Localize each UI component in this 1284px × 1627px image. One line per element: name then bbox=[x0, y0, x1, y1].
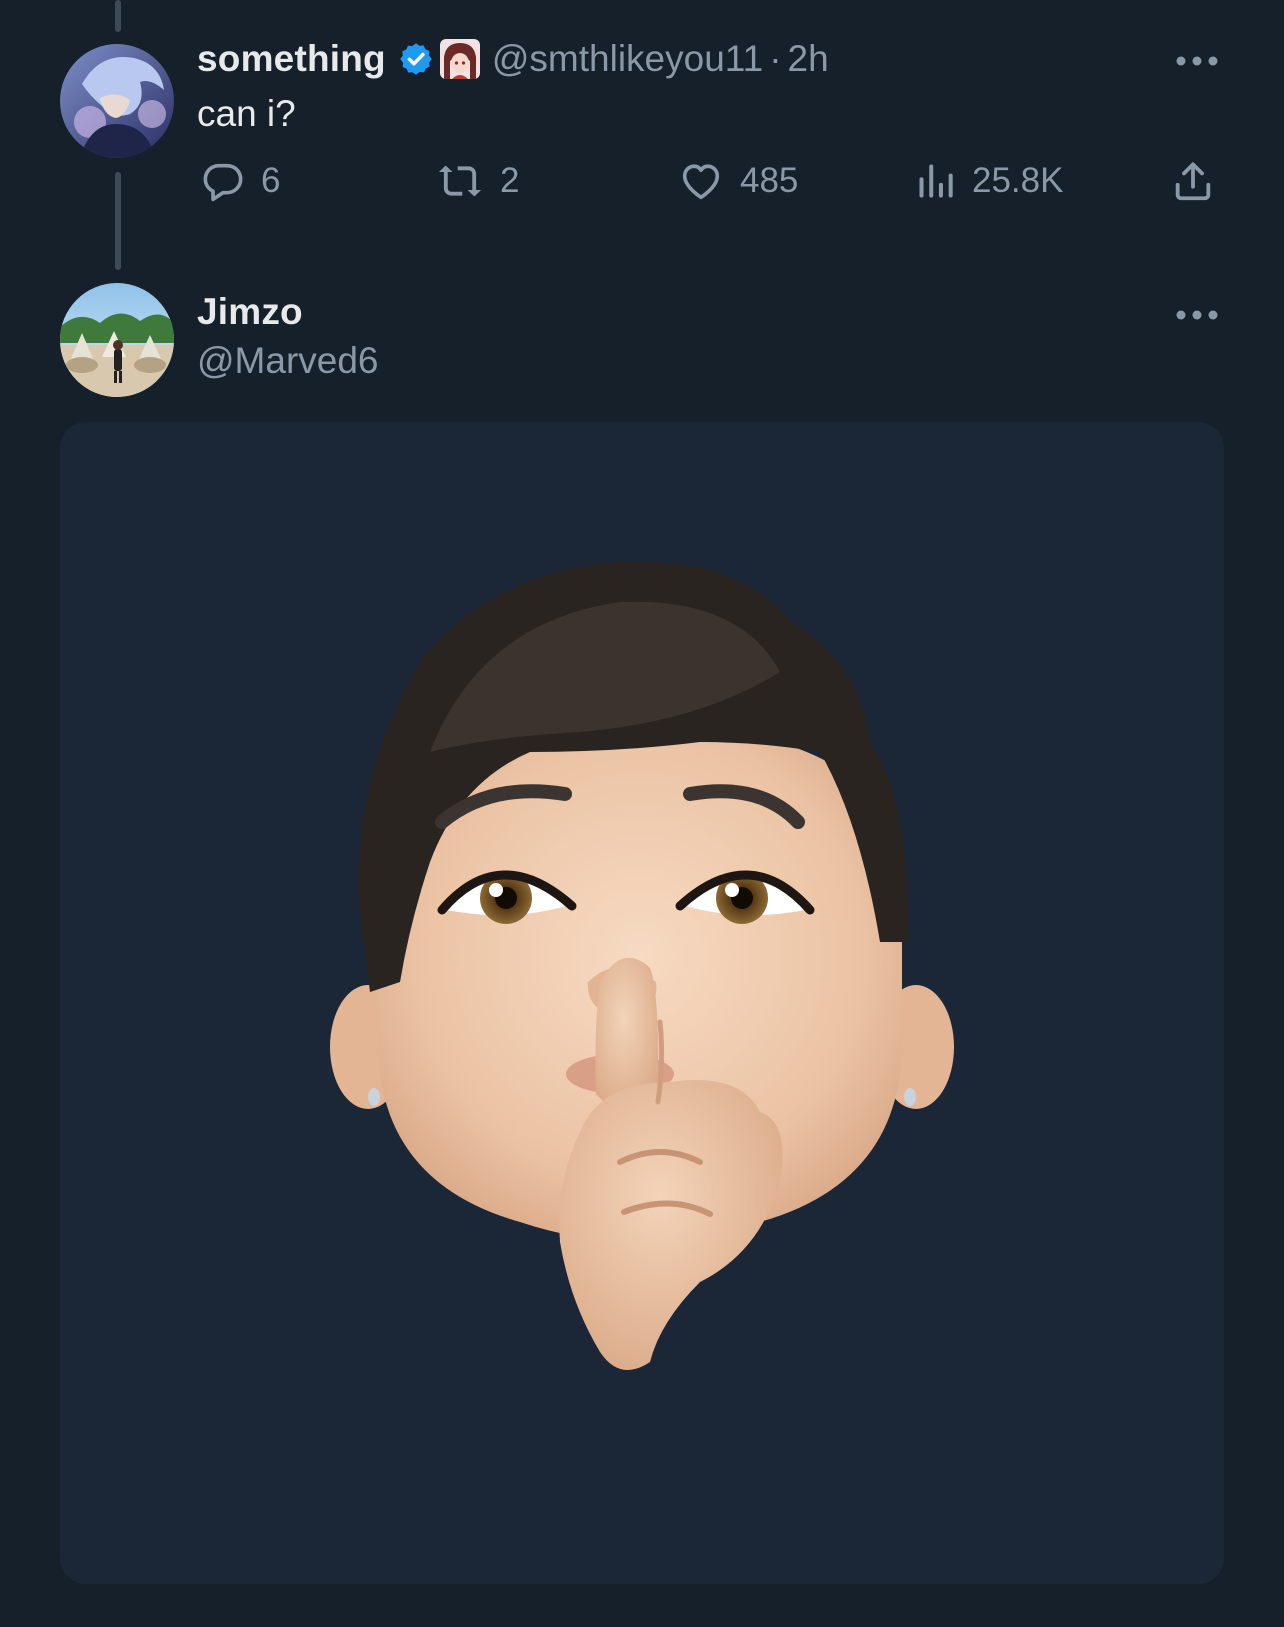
parent-more-icon[interactable] bbox=[1175, 53, 1219, 69]
reply-count: 6 bbox=[261, 161, 281, 200]
parent-avatar[interactable] bbox=[60, 44, 174, 158]
reply-action[interactable]: 6 bbox=[199, 158, 280, 204]
parent-tweet-text: can i? bbox=[197, 93, 296, 134]
parent-display-name[interactable]: something bbox=[197, 38, 386, 80]
retweet-action[interactable]: 2 bbox=[434, 158, 519, 204]
retweet-count: 2 bbox=[500, 161, 520, 200]
view-count: 25.8K bbox=[972, 161, 1064, 200]
share-action[interactable] bbox=[1170, 158, 1216, 204]
thread-line-top bbox=[115, 0, 121, 32]
heart-icon bbox=[682, 164, 720, 200]
reply-media-image[interactable] bbox=[60, 422, 1224, 1584]
reply-avatar[interactable] bbox=[60, 283, 174, 397]
parent-timestamp[interactable]: 2h bbox=[788, 38, 829, 80]
views-action[interactable]: 25.8K bbox=[914, 158, 1063, 204]
share-icon bbox=[1175, 162, 1211, 201]
reply-handle[interactable]: @Marved6 bbox=[197, 340, 379, 382]
thread-line-connector bbox=[115, 172, 121, 270]
time-separator: · bbox=[769, 38, 782, 79]
parent-name-row: something @smthlikeyou11 · 2h bbox=[197, 38, 829, 80]
reply-display-name[interactable]: Jimzo bbox=[197, 291, 303, 333]
like-count: 485 bbox=[740, 161, 799, 200]
retweet-icon bbox=[438, 165, 482, 197]
parent-handle[interactable]: @smthlikeyou11 bbox=[492, 38, 763, 80]
like-action[interactable]: 485 bbox=[676, 158, 798, 204]
views-icon bbox=[919, 164, 953, 198]
reply-more-icon[interactable] bbox=[1175, 307, 1219, 323]
verified-badge-icon bbox=[398, 41, 434, 77]
affiliate-badge-icon[interactable] bbox=[439, 39, 480, 79]
reply-icon bbox=[203, 163, 243, 202]
memoji-shushing-face bbox=[330, 561, 954, 1370]
